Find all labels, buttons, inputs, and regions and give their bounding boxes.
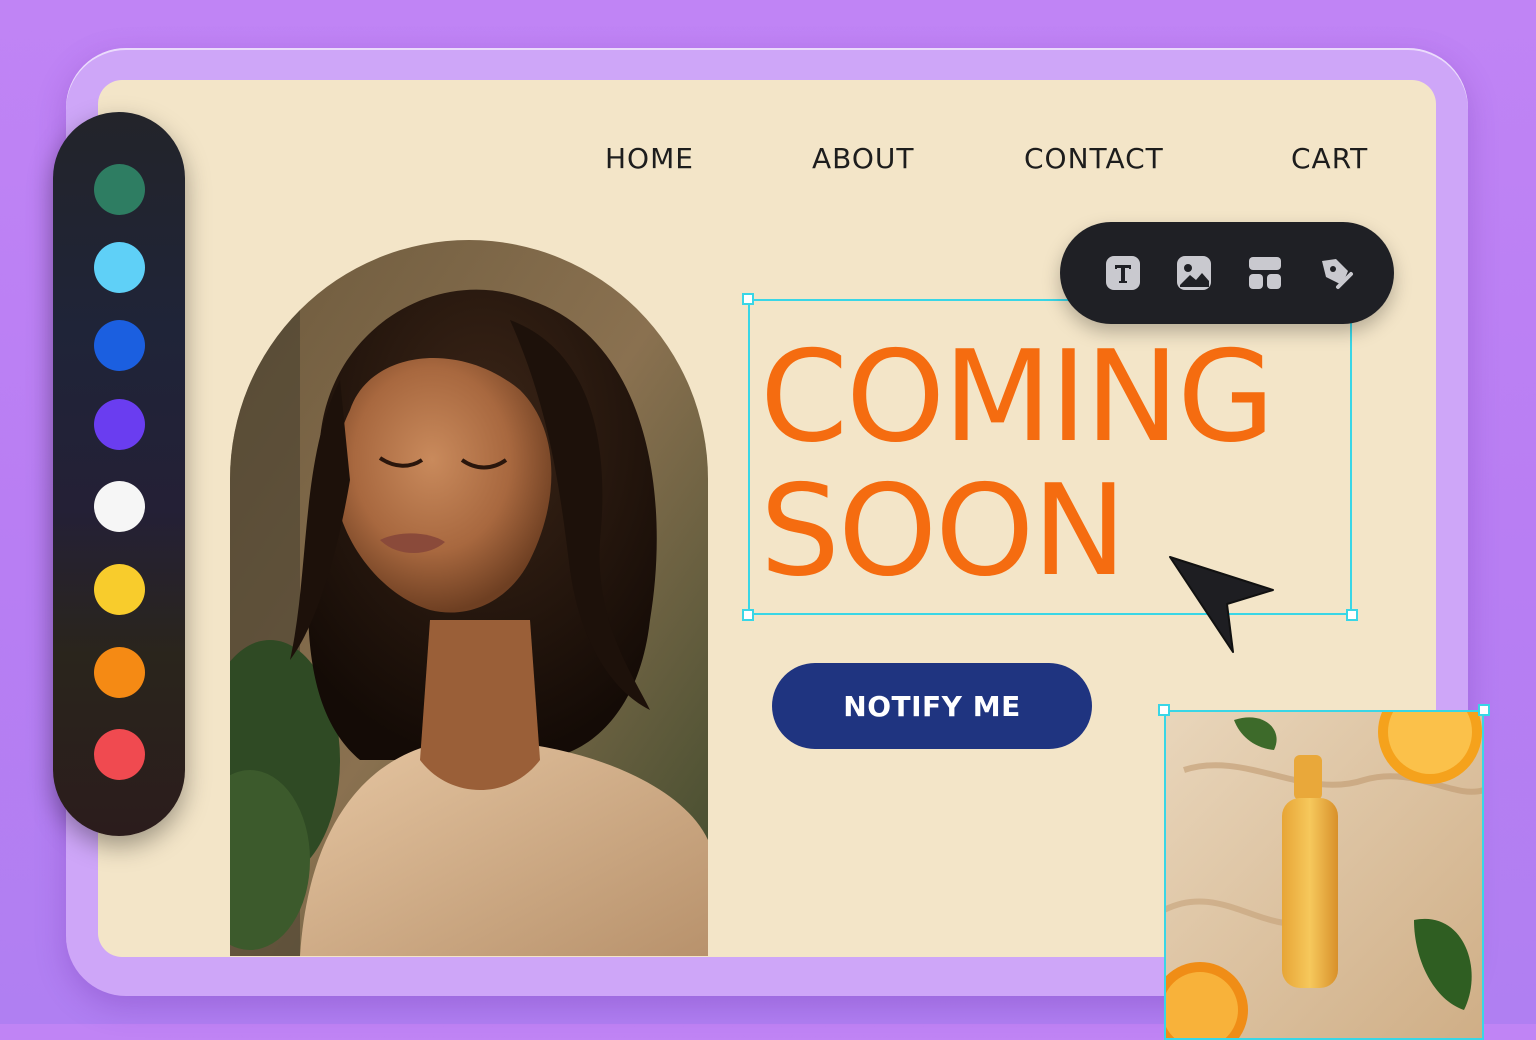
- resize-handle-bottom-left[interactable]: [742, 609, 754, 621]
- swatch-red[interactable]: [94, 729, 145, 780]
- swatch-light-blue[interactable]: [94, 242, 145, 293]
- swatch-orange[interactable]: [94, 647, 145, 698]
- mouse-cursor-icon: [1169, 556, 1274, 653]
- element-toolbar: [1060, 222, 1394, 324]
- portrait-illustration: [230, 240, 708, 956]
- nav-home[interactable]: HOME: [605, 142, 694, 175]
- swatch-yellow[interactable]: [94, 564, 145, 615]
- swatch-green[interactable]: [94, 164, 145, 215]
- product-selection-box[interactable]: [1164, 710, 1484, 1040]
- image-icon[interactable]: [1176, 255, 1212, 291]
- resize-handle-top-left[interactable]: [742, 293, 754, 305]
- pen-icon[interactable]: [1318, 255, 1354, 291]
- resize-handle-bottom-right[interactable]: [1346, 609, 1358, 621]
- hero-portrait-photo[interactable]: [230, 240, 708, 956]
- resize-handle-product-top-left[interactable]: [1158, 704, 1170, 716]
- text-icon[interactable]: [1105, 255, 1141, 291]
- layout-icon[interactable]: [1247, 255, 1283, 291]
- top-navigation: HOME ABOUT CONTACT CART: [0, 142, 1536, 175]
- nav-contact[interactable]: CONTACT: [1024, 142, 1164, 175]
- color-palette-panel: [53, 112, 185, 836]
- nav-about[interactable]: ABOUT: [812, 142, 915, 175]
- nav-cart[interactable]: CART: [1291, 142, 1368, 175]
- swatch-white[interactable]: [94, 481, 145, 532]
- notify-me-button[interactable]: NOTIFY ME: [772, 663, 1092, 749]
- swatch-blue[interactable]: [94, 320, 145, 371]
- headline-line-1: COMING: [760, 323, 1275, 470]
- swatch-purple[interactable]: [94, 399, 145, 450]
- resize-handle-product-top-right[interactable]: [1478, 704, 1490, 716]
